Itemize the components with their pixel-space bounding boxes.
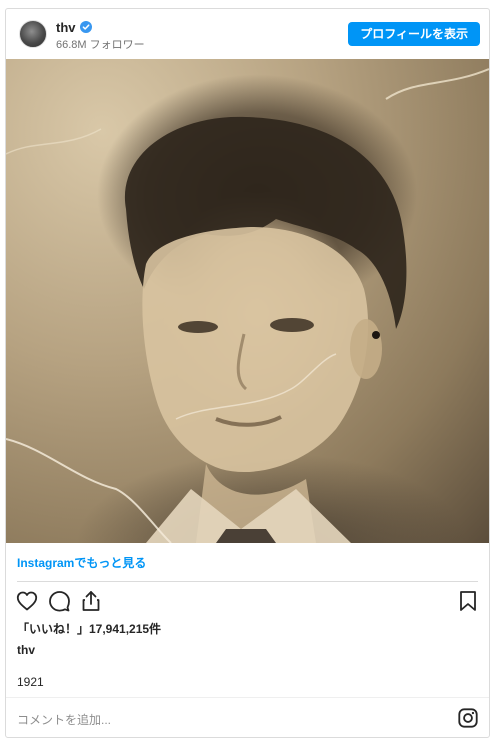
instagram-embed: thv 66.8M フォロワー プロフィールを表示 Instagramでもっと見… [5, 8, 490, 738]
heart-icon[interactable] [15, 589, 39, 613]
like-count[interactable]: 「いいね！」17,941,215件 [17, 620, 161, 637]
instagram-icon[interactable] [457, 707, 479, 729]
username[interactable]: thv [56, 20, 76, 35]
caption-text: 1921 [17, 675, 44, 689]
add-comment-input[interactable]: コメントを追加... [17, 711, 111, 728]
divider [17, 581, 478, 582]
verified-badge-icon [79, 21, 92, 33]
caption-username[interactable]: thv [17, 643, 35, 657]
follower-count: 66.8M フォロワー [56, 39, 145, 51]
bookmark-icon[interactable] [456, 589, 480, 613]
action-bar [6, 587, 489, 615]
post-photo[interactable] [6, 59, 489, 543]
post-header: thv 66.8M フォロワー プロフィールを表示 [6, 9, 489, 59]
comment-icon[interactable] [47, 589, 71, 613]
share-icon[interactable] [79, 589, 103, 613]
username-row: thv [56, 19, 92, 35]
view-more-on-instagram-link[interactable]: Instagramでもっと見る [17, 554, 146, 571]
divider [6, 697, 489, 698]
avatar[interactable] [19, 20, 47, 48]
view-profile-button[interactable]: プロフィールを表示 [348, 22, 480, 46]
post-photo-art [6, 68, 489, 543]
